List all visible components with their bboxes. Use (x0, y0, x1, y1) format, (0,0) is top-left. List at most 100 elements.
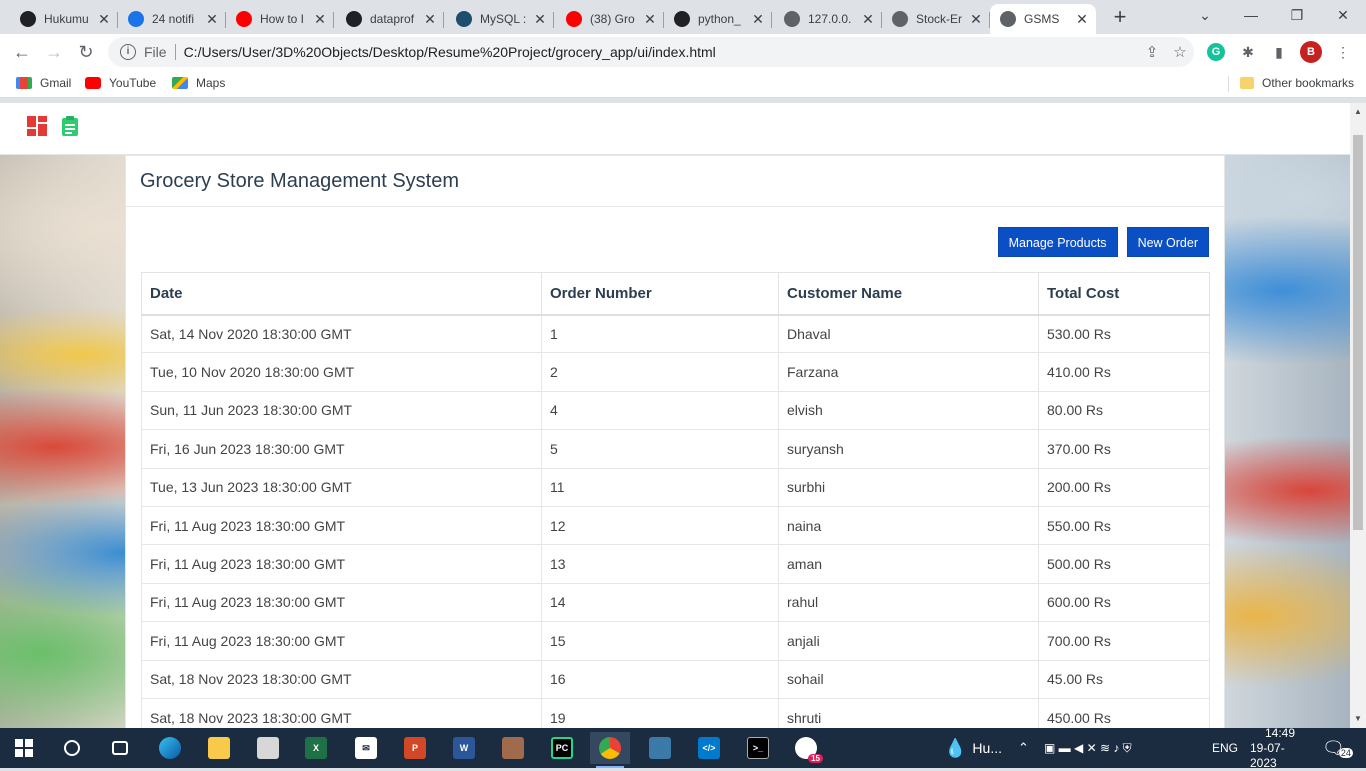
scroll-down-icon[interactable]: ▼ (1350, 712, 1366, 726)
other-bookmarks[interactable]: Other bookmarks (1240, 76, 1354, 90)
start-button[interactable] (4, 732, 44, 764)
chrome-icon[interactable] (590, 732, 630, 768)
manage-products-button[interactable]: Manage Products (997, 227, 1118, 257)
youtube-icon (236, 11, 252, 27)
language-indicator[interactable]: ENG (1212, 728, 1238, 768)
notification-center-icon[interactable]: 🗨 24 (1322, 728, 1353, 768)
edge-icon[interactable] (150, 732, 190, 764)
close-tab-icon[interactable]: ✕ (750, 11, 766, 28)
scrollbar-thumb[interactable] (1353, 135, 1363, 530)
cell-total-cost: 450.00 Rs (1038, 697, 1210, 728)
forward-icon[interactable]: → (40, 38, 68, 66)
close-tab-icon[interactable]: ✕ (860, 11, 876, 28)
excel-icon[interactable]: X (296, 732, 336, 764)
table-row[interactable]: Fri, 11 Aug 2023 18:30:00 GMT 12 naina 550.… (141, 505, 1210, 546)
table-row[interactable]: Sat, 18 Nov 2023 18:30:00 GMT 16 sohail 45.… (141, 659, 1210, 699)
cell-customer-name: naina (778, 505, 1039, 546)
browser-tab[interactable]: Hukumu ✕ (10, 4, 118, 34)
extensions-icon[interactable]: ✱ (1237, 41, 1259, 63)
table-row[interactable]: Sun, 11 Jun 2023 18:30:00 GMT 4 elvish 80.0… (141, 390, 1210, 431)
task-view-icon[interactable] (100, 732, 140, 764)
scroll-up-icon[interactable]: ▲ (1350, 105, 1366, 119)
column-header-customer-name[interactable]: Customer Name (778, 272, 1039, 316)
close-tab-icon[interactable]: ✕ (532, 11, 548, 28)
minimize-button[interactable]: — (1228, 0, 1274, 32)
column-header-date[interactable]: Date (141, 272, 542, 316)
browser-tab[interactable]: dataprof ✕ (336, 4, 444, 34)
search-icon[interactable] (52, 732, 92, 764)
terminal-icon[interactable]: >_ (738, 732, 778, 764)
browser-tab[interactable]: Stock-Er ✕ (882, 4, 990, 34)
powerpoint-icon[interactable]: P (395, 732, 435, 764)
slack-icon[interactable]: 15 (786, 732, 826, 764)
system-tray-icons[interactable]: ▣ ▬ ◀ ✕ ≋ ♪ ⛨ (1044, 728, 1132, 768)
table-row[interactable]: Sat, 14 Nov 2020 18:30:00 GMT 1 Dhaval 530.… (141, 313, 1210, 354)
package-icon[interactable] (493, 732, 533, 764)
maps-icon (172, 77, 188, 89)
bookmarks-bar: Gmail YouTube Maps Other bookmarks (0, 70, 1366, 98)
vscode-icon[interactable]: </> (689, 732, 729, 764)
address-bar[interactable]: i File C:/Users/User/3D%20Objects/Deskto… (108, 37, 1194, 67)
close-tab-icon[interactable]: ✕ (1074, 11, 1090, 28)
browser-tab[interactable]: 127.0.0. ✕ (774, 4, 882, 34)
reload-icon[interactable]: ↻ (72, 38, 100, 66)
grammarly-extension-icon[interactable]: G (1205, 41, 1227, 63)
slack-badge: 15 (808, 754, 823, 763)
table-row[interactable]: Tue, 10 Nov 2020 18:30:00 GMT 2 Farzana 410… (141, 352, 1210, 392)
camera-icon[interactable] (248, 732, 288, 764)
browser-tab[interactable]: MySQL : ✕ (446, 4, 554, 34)
url-text[interactable]: C:/Users/User/3D%20Objects/Desktop/Resum… (184, 44, 1138, 60)
show-hidden-icons[interactable]: ⌃ (1018, 728, 1029, 768)
close-tab-icon[interactable]: ✕ (204, 11, 220, 28)
bookmark-youtube[interactable]: YouTube (85, 76, 156, 90)
cell-total-cost: 200.00 Rs (1038, 467, 1210, 507)
table-row[interactable]: Fri, 11 Aug 2023 18:30:00 GMT 13 aman 500.0… (141, 544, 1210, 584)
mysql-workbench-icon[interactable] (640, 732, 680, 764)
close-tab-icon[interactable]: ✕ (96, 11, 112, 28)
cell-order-number: 11 (541, 467, 779, 507)
table-row[interactable]: Sat, 18 Nov 2023 18:30:00 GMT 19 shruti 450… (141, 697, 1210, 728)
vertical-scrollbar[interactable]: ▲ ▼ (1350, 103, 1366, 728)
clock[interactable]: 14:49 19-07-2023 (1250, 726, 1310, 770)
maximize-button[interactable]: ❐ (1274, 0, 1320, 32)
profile-avatar[interactable]: B (1300, 41, 1322, 63)
browser-tab[interactable]: python_ ✕ (664, 4, 772, 34)
cell-total-cost: 530.00 Rs (1038, 313, 1210, 354)
clipboard-icon[interactable] (59, 115, 81, 137)
bookmark-star-icon[interactable]: ☆ (1166, 43, 1194, 61)
close-tab-icon[interactable]: ✕ (422, 11, 438, 28)
file-explorer-icon[interactable] (199, 732, 239, 764)
column-header-order-number[interactable]: Order Number (541, 272, 779, 316)
info-icon[interactable]: i (120, 44, 136, 60)
side-panel-icon[interactable]: ▮ (1268, 41, 1290, 63)
dashboard-icon[interactable] (26, 115, 48, 137)
globe-icon (784, 11, 800, 27)
table-header-row: Date Order Number Customer Name Total Co… (141, 272, 1210, 316)
bookmark-maps[interactable]: Maps (172, 76, 225, 90)
close-tab-icon[interactable]: ✕ (968, 11, 984, 28)
column-header-total-cost[interactable]: Total Cost (1038, 272, 1210, 316)
share-icon[interactable]: ⇪ (1138, 43, 1166, 61)
weather-widget[interactable]: 💧 Hu... (944, 728, 1002, 768)
bookmark-gmail[interactable]: Gmail (16, 76, 71, 90)
menu-icon[interactable]: ⋮ (1332, 41, 1354, 63)
cell-order-number: 1 (541, 313, 779, 354)
tab-search-icon[interactable]: ⌄ (1182, 0, 1228, 32)
back-icon[interactable]: ← (8, 38, 36, 66)
browser-tab[interactable]: How to I ✕ (226, 4, 334, 34)
close-tab-icon[interactable]: ✕ (312, 11, 328, 28)
new-tab-button[interactable]: + (1108, 6, 1132, 30)
browser-tab[interactable]: GSMS ✕ (990, 4, 1096, 34)
close-tab-icon[interactable]: ✕ (642, 11, 658, 28)
close-window-button[interactable]: ✕ (1320, 0, 1366, 32)
browser-tab[interactable]: 24 notifi ✕ (118, 4, 226, 34)
table-row[interactable]: Fri, 11 Aug 2023 18:30:00 GMT 15 anjali 700… (141, 621, 1210, 661)
table-row[interactable]: Fri, 16 Jun 2023 18:30:00 GMT 5 suryansh 37… (141, 429, 1210, 469)
table-row[interactable]: Tue, 13 Jun 2023 18:30:00 GMT 11 surbhi 200… (141, 467, 1210, 507)
mail-icon[interactable]: ✉ (346, 732, 386, 764)
pycharm-icon[interactable]: PC (542, 732, 582, 764)
table-row[interactable]: Fri, 11 Aug 2023 18:30:00 GMT 14 rahul 600.… (141, 582, 1210, 623)
word-icon[interactable]: W (444, 732, 484, 764)
browser-tab[interactable]: (38) Gro ✕ (556, 4, 664, 34)
new-order-button[interactable]: New Order (1126, 227, 1209, 257)
